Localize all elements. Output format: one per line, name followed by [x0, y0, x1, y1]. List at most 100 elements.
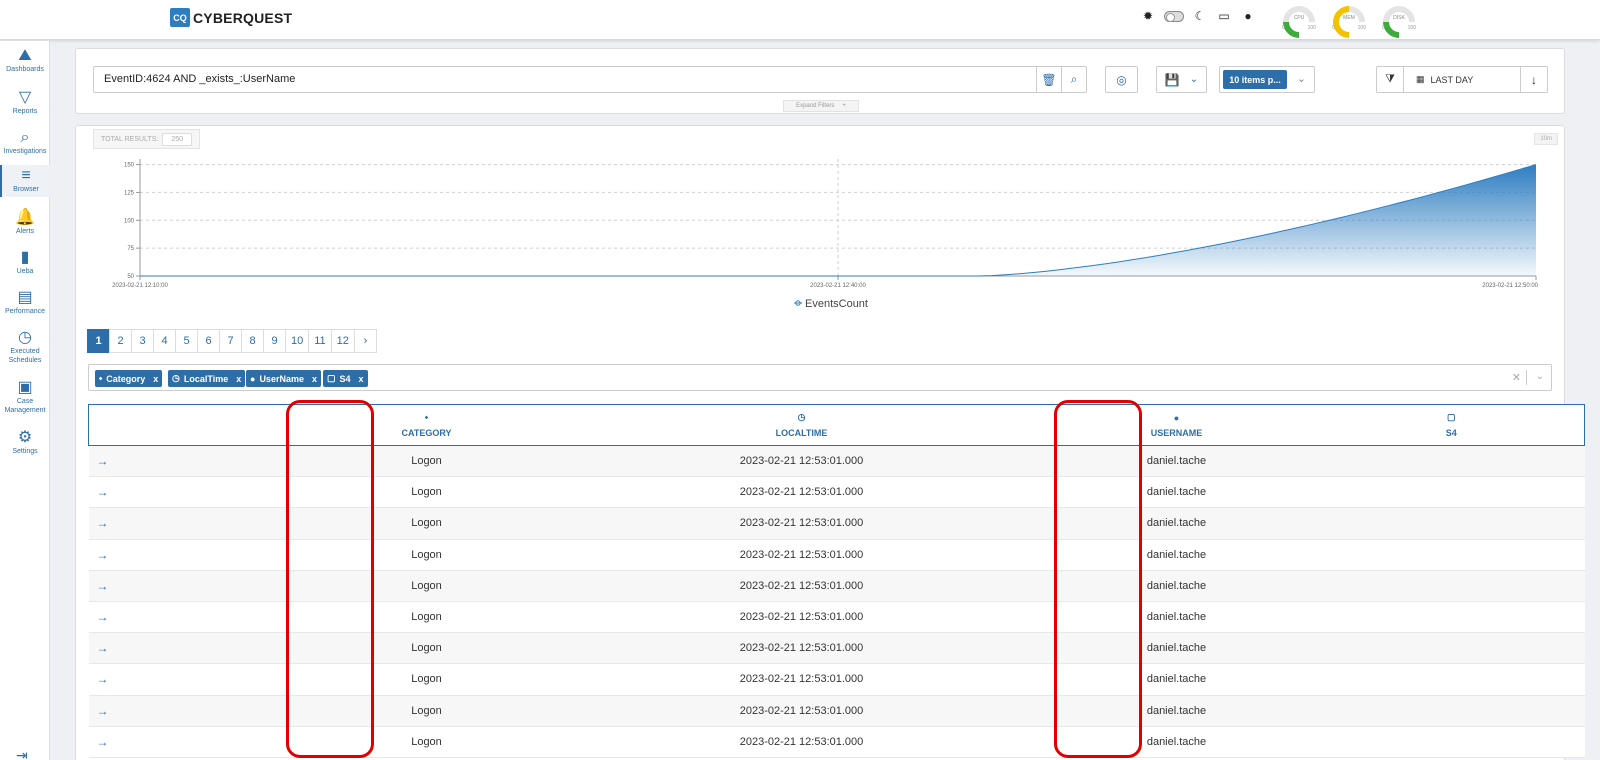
tag-remove-icon[interactable]: x — [153, 374, 158, 384]
column-header-username[interactable]: ● USERNAME — [1034, 404, 1319, 446]
logo[interactable]: CQ CYBERQUEST — [170, 8, 292, 27]
sidebar-item-browser[interactable]: ≡ Browser — [0, 165, 50, 197]
visibility-button[interactable]: ◎ — [1105, 66, 1138, 93]
chevron-down-icon[interactable]: ⌄ — [1536, 371, 1544, 382]
cell-category: Logon — [284, 445, 569, 478]
query-input[interactable]: EventID:4624 AND _exists_:UserName — [93, 66, 1038, 93]
page-9[interactable]: 9 — [263, 329, 286, 353]
table-row[interactable]: → Logon 2023-02-21 12:53:01.000 daniel.tach… — [88, 476, 1585, 509]
arrow-right-icon[interactable]: → — [97, 641, 109, 655]
page-5[interactable]: 5 — [175, 329, 198, 353]
table-row[interactable]: → Logon 2023-02-21 12:53:01.000 daniel.tach… — [88, 726, 1585, 758]
page-7[interactable]: 7 — [219, 329, 242, 353]
row-expand-cell[interactable]: → — [88, 507, 285, 540]
logout-icon[interactable]: ⇥ — [16, 747, 28, 760]
table-row[interactable]: → Logon 2023-02-21 12:53:01.000 daniel.tach… — [88, 507, 1585, 540]
arrow-right-icon[interactable]: → — [97, 516, 109, 530]
x-tick-label: 2023-02-21 12:50:00 — [1482, 283, 1538, 289]
table-row[interactable]: → Logon 2023-02-21 12:53:01.000 daniel.tach… — [88, 601, 1585, 634]
column-header-category[interactable]: ⬩ CATEGORY — [284, 404, 569, 446]
sidebar-item-ueba[interactable]: ▮ Ueba — [0, 247, 50, 279]
search-button[interactable]: ⌕ — [1061, 66, 1087, 93]
page-12[interactable]: 12 — [330, 329, 355, 353]
table-row[interactable]: → Logon 2023-02-21 12:53:01.000 daniel.tach… — [88, 695, 1585, 727]
page-3[interactable]: 3 — [131, 329, 154, 353]
tag-remove-icon[interactable]: x — [236, 374, 241, 384]
tag-label: S4 — [339, 373, 351, 384]
plus-icon: + — [842, 103, 846, 109]
tag-remove-icon[interactable]: x — [312, 374, 317, 384]
monitor-icon[interactable]: ▭ — [1216, 9, 1232, 23]
arrow-right-icon[interactable]: → — [97, 579, 109, 593]
expand-filters-button[interactable]: Expand Filters + — [783, 100, 859, 112]
row-expand-cell[interactable]: → — [88, 663, 285, 696]
cell-localtime: 2023-02-21 12:53:01.000 — [568, 632, 1035, 665]
save-query-button[interactable]: 💾 ⌄ — [1156, 66, 1207, 93]
tag-s4[interactable]: ▢ S4 x — [323, 370, 368, 387]
arrow-right-icon[interactable]: → — [97, 735, 109, 749]
row-expand-cell[interactable]: → — [88, 445, 285, 478]
column-header-s4[interactable]: ▢ S4 — [1318, 404, 1585, 446]
row-expand-cell[interactable]: → — [88, 695, 285, 727]
sidebar-item-settings[interactable]: ⚙ Settings — [0, 427, 50, 459]
arrow-right-icon[interactable]: → — [97, 548, 109, 562]
table-row[interactable]: → Logon 2023-02-21 12:53:01.000 daniel.tach… — [88, 539, 1585, 571]
row-expand-cell[interactable]: → — [88, 570, 285, 602]
row-expand-cell[interactable]: → — [88, 726, 285, 758]
x-tick-label: 2023-02-21 12:40:00 — [810, 283, 866, 289]
row-expand-cell[interactable]: → — [88, 476, 285, 509]
page-11[interactable]: 11 — [308, 329, 332, 353]
page-1[interactable]: 1 — [87, 329, 110, 353]
sidebar-item-alerts[interactable]: 🔔 Alerts — [0, 207, 50, 239]
sidebar-item-reports[interactable]: ▽ Reports — [0, 87, 50, 119]
brightness-icon[interactable]: ✹ — [1140, 9, 1156, 23]
page-next[interactable]: › — [353, 329, 377, 353]
column-header-localtime[interactable]: ◷ LOCALTIME — [568, 404, 1035, 446]
row-expand-cell[interactable]: → — [88, 539, 285, 571]
tag-username[interactable]: ● UserName x — [246, 370, 321, 387]
arrow-right-icon[interactable]: → — [97, 610, 109, 624]
briefcase-icon: ▣ — [17, 379, 33, 396]
page-6[interactable]: 6 — [197, 329, 220, 353]
table-row[interactable]: → Logon 2023-02-21 12:53:01.000 daniel.tach… — [88, 632, 1585, 665]
arrow-right-icon[interactable]: → — [97, 485, 109, 499]
moon-icon[interactable]: ☾ — [1192, 9, 1208, 23]
page-2[interactable]: 2 — [109, 329, 132, 353]
page-8[interactable]: 8 — [241, 329, 264, 353]
page-10[interactable]: 10 — [285, 329, 310, 353]
sidebar-item-investigations[interactable]: ⌕ Investigations — [0, 127, 50, 159]
clear-tags-icon[interactable]: ✕ — [1512, 371, 1521, 384]
sidebar-item-label: Settings — [12, 448, 38, 455]
chevron-down-icon: ⌄ — [1189, 74, 1199, 85]
theme-toggle[interactable] — [1164, 10, 1184, 22]
download-button[interactable]: ↓ — [1520, 67, 1547, 92]
interval-button[interactable]: 10m — [1534, 133, 1558, 145]
table-row[interactable]: → Logon 2023-02-21 12:53:01.000 daniel.tach… — [88, 445, 1585, 478]
page-4[interactable]: 4 — [153, 329, 176, 353]
date-range-picker[interactable]: ▦ LAST DAY — [1404, 67, 1520, 92]
table-row[interactable]: → Logon 2023-02-21 12:53:01.000 daniel.tach… — [88, 663, 1585, 696]
tag-localtime[interactable]: ◷ LocalTime x — [168, 370, 246, 387]
expand-filters-label: Expand Filters — [796, 103, 835, 109]
row-expand-cell[interactable]: → — [88, 601, 285, 634]
sidebar-item-executed[interactable]: ◷ Executed Schedules — [0, 327, 50, 368]
clear-query-button[interactable]: 🗑 — [1036, 66, 1062, 93]
tag-category[interactable]: ⬩ Category x — [95, 370, 163, 387]
items-per-page-select[interactable]: 10 items p... ⌄ — [1219, 66, 1315, 93]
user-icon[interactable]: ● — [1240, 9, 1256, 23]
arrow-right-icon[interactable]: → — [97, 672, 109, 686]
sidebar-item-dashboards[interactable]: ⛰ Dashboards — [0, 45, 50, 77]
arrow-right-icon[interactable]: → — [97, 704, 109, 718]
tag-remove-icon[interactable]: x — [359, 374, 364, 384]
header-icons: ✹ ☾ ▭ ● — [1140, 9, 1256, 23]
arrow-right-icon[interactable]: → — [97, 454, 109, 468]
sidebar-item-case[interactable]: ▣ Case Management — [0, 377, 50, 418]
table-row[interactable]: → Logon 2023-02-21 12:53:01.000 daniel.tach… — [88, 570, 1585, 602]
time-filter-button[interactable]: ⧩ — [1377, 67, 1404, 92]
row-expand-cell[interactable]: → — [88, 632, 285, 665]
arrow-down-icon: ↓ — [1531, 72, 1537, 87]
sidebar-item-performance[interactable]: ▤ Performance — [0, 287, 50, 319]
legend-label[interactable]: EventsCount — [805, 298, 868, 310]
results-table-wrap: ⬩ CATEGORY ◷ LOCALTIME ● USERNAME ▢ S4 → Logon 20… — [88, 404, 1585, 758]
gauge-max: 100 — [1407, 25, 1416, 31]
